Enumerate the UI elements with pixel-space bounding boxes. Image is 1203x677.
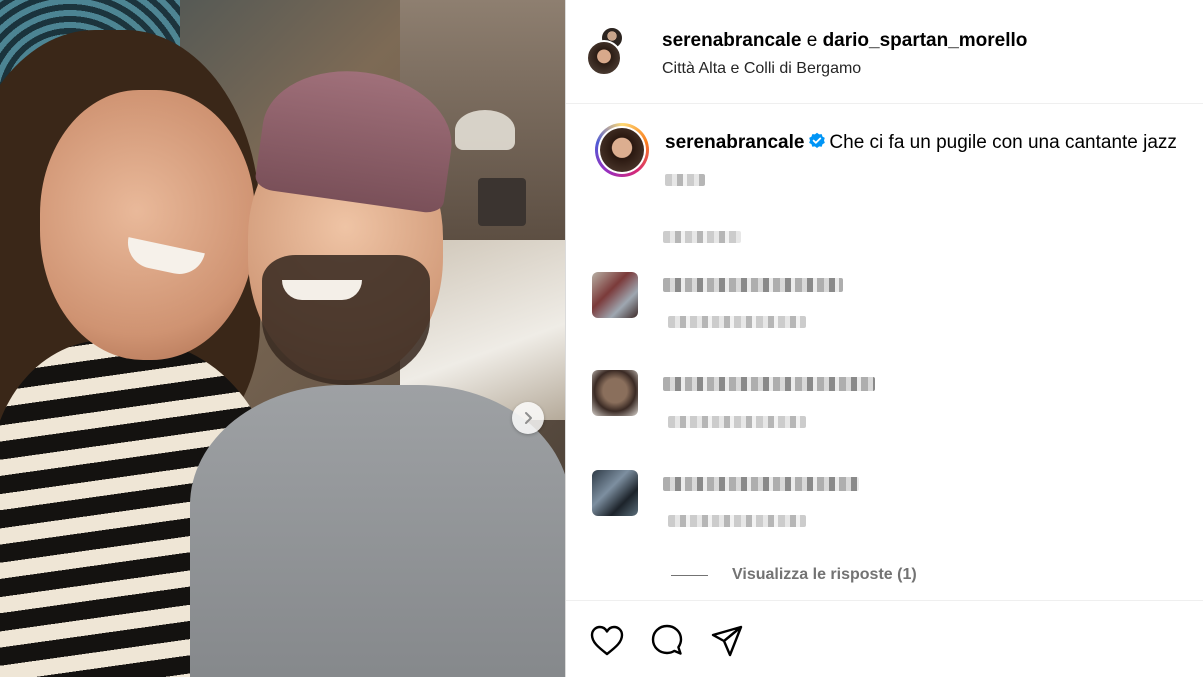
verified-badge-icon (809, 132, 826, 148)
post-header: serenabrancale e dario_spartan_morello C… (566, 0, 1203, 104)
comment-icon (651, 624, 683, 655)
heart-icon (590, 625, 624, 656)
post-actions-bar (566, 600, 1203, 677)
view-replies-button[interactable]: Visualizza le risposte (1) (671, 566, 917, 584)
photo-person1-face (40, 90, 255, 360)
comment-meta-blurred (668, 515, 806, 527)
replies-divider (671, 574, 708, 576)
photo-lamp (455, 110, 515, 150)
comment-avatar[interactable] (592, 272, 638, 318)
caption-timestamp-blurred (665, 174, 705, 186)
avatar (586, 40, 622, 76)
author-connector: e (806, 30, 818, 51)
comment-text-blurred (663, 377, 875, 391)
photo-person2-beard (262, 255, 430, 385)
photo-lamp-shade (478, 178, 526, 226)
comment-button[interactable] (649, 623, 685, 659)
caption-author-avatar[interactable] (595, 123, 649, 177)
caption-text: Che ci fa un pugile con una cantante jaz… (829, 132, 1177, 153)
view-replies-label: Visualizza le risposte (1) (732, 566, 917, 583)
post-side-panel: serenabrancale e dario_spartan_morello C… (565, 0, 1203, 677)
share-button[interactable] (709, 623, 745, 659)
caption-username[interactable]: serenabrancale (665, 132, 804, 153)
post-authors: serenabrancale e dario_spartan_morello (662, 30, 1027, 52)
comment-avatar[interactable] (592, 470, 638, 516)
author-username-2[interactable]: dario_spartan_morello (823, 30, 1028, 51)
caption-meta-blurred (663, 231, 741, 243)
avatar-ring-gap (598, 126, 646, 174)
collab-avatars[interactable] (586, 26, 626, 78)
post-location[interactable]: Città Alta e Colli di Bergamo (662, 60, 861, 78)
post-photo[interactable] (0, 0, 565, 677)
comment-text-blurred (663, 278, 843, 292)
author-username-1[interactable]: serenabrancale (662, 30, 801, 51)
comment-meta-blurred (668, 316, 806, 328)
avatar (600, 128, 644, 172)
send-icon (711, 625, 743, 657)
post-caption: serenabrancale Che ci fa un pugile con u… (665, 132, 1203, 154)
photo-person2-sweater (190, 385, 565, 677)
comment-text-blurred (663, 477, 859, 491)
comment-avatar[interactable] (592, 370, 638, 416)
chevron-right-icon (525, 412, 532, 424)
photo-person2-smile (282, 280, 362, 300)
like-button[interactable] (589, 623, 625, 659)
comment-meta-blurred (668, 416, 806, 428)
carousel-next-button[interactable] (512, 402, 544, 434)
